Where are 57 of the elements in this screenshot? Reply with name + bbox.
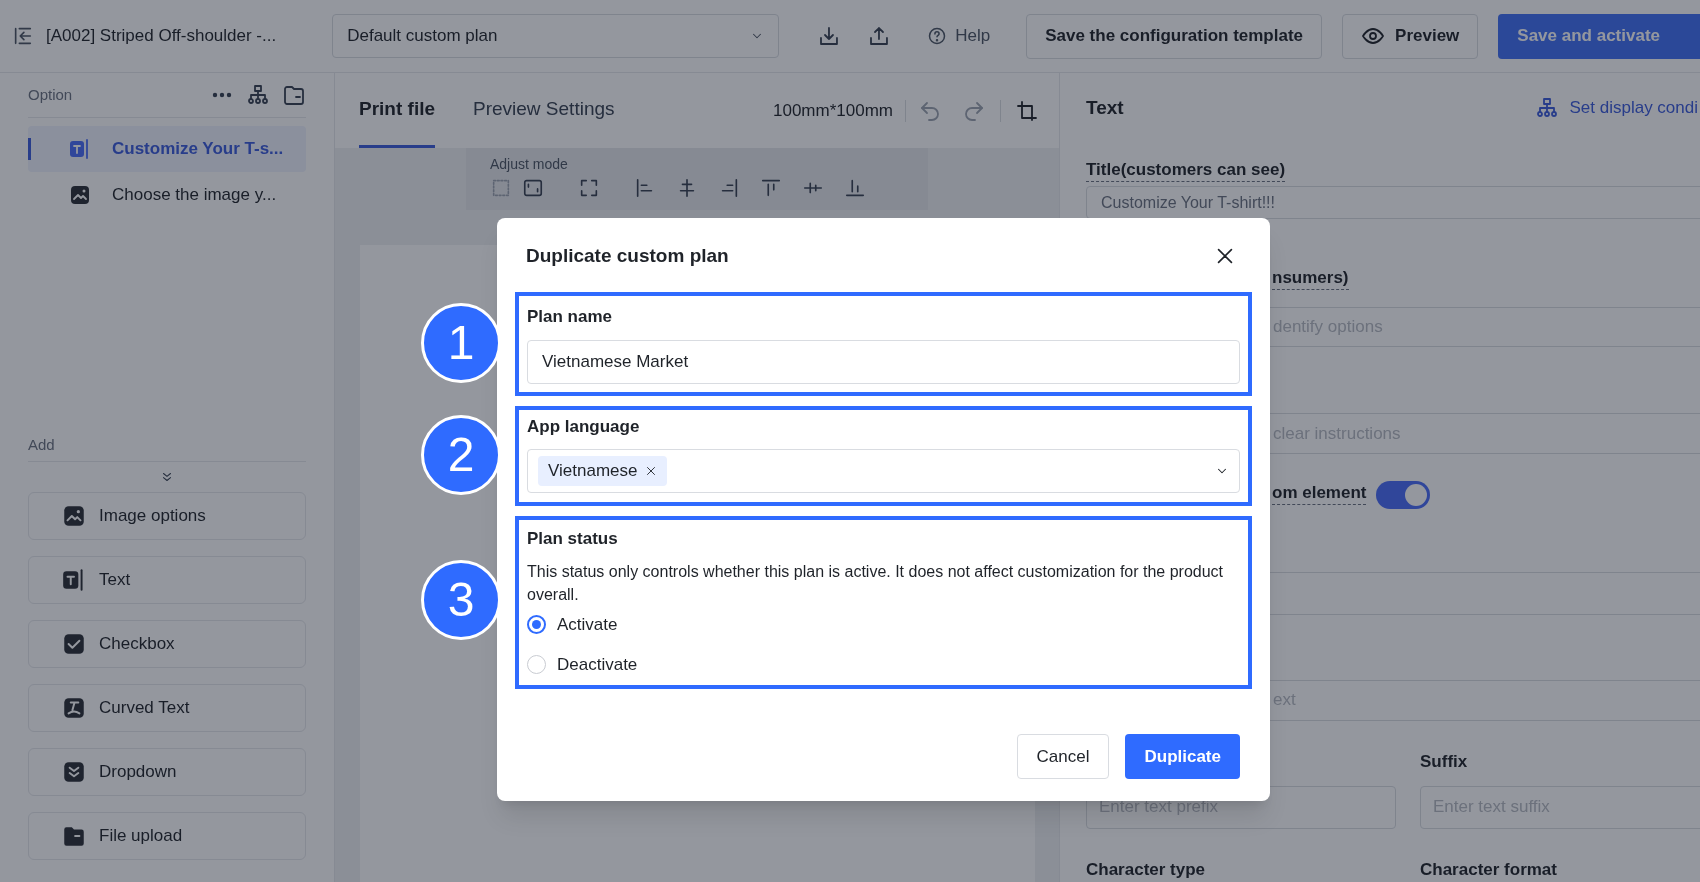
save-activate-button[interactable]: Save and activate bbox=[1498, 13, 1700, 59]
hierarchy-icon[interactable] bbox=[246, 83, 270, 107]
double-chevron-down-icon[interactable] bbox=[160, 470, 174, 484]
preview-button[interactable]: Preview bbox=[1342, 13, 1479, 59]
dialog-title: Duplicate custom plan bbox=[526, 243, 729, 268]
plan-name-input[interactable]: Vietnamese Market bbox=[527, 339, 1240, 384]
align-top-icon[interactable] bbox=[760, 177, 782, 199]
cancel-button[interactable]: Cancel bbox=[1016, 734, 1110, 779]
plan-select[interactable]: Default custom plan bbox=[332, 14, 780, 58]
field-label: om element bbox=[1272, 481, 1367, 505]
checkbox-icon bbox=[61, 631, 87, 657]
add-element-item[interactable]: Text bbox=[28, 556, 306, 604]
field-label: Plan status bbox=[527, 528, 619, 550]
add-element-item[interactable]: Curved Text bbox=[28, 684, 306, 732]
language-tag[interactable]: Vietnamese bbox=[538, 455, 668, 486]
field-label: Plan name bbox=[527, 306, 614, 328]
add-element-item[interactable]: File upload bbox=[28, 812, 306, 860]
field-label: nsumers) bbox=[1272, 267, 1349, 291]
field-label: App language bbox=[527, 416, 641, 438]
display-condition-link[interactable]: Set display condi bbox=[1535, 95, 1698, 121]
add-element-item[interactable]: Dropdown bbox=[28, 748, 306, 796]
field-label: Character format bbox=[1420, 858, 1558, 881]
add-element-item[interactable]: Image options bbox=[28, 492, 306, 540]
close-icon bbox=[645, 464, 658, 477]
fullscreen-icon[interactable] bbox=[578, 177, 600, 199]
option-item[interactable]: Customize Your T-s... bbox=[28, 126, 306, 172]
save-template-button[interactable]: Save the configuration template bbox=[1026, 13, 1323, 59]
field-label: Character type bbox=[1086, 858, 1207, 881]
dropdown-icon bbox=[61, 759, 87, 785]
option-item[interactable]: Choose the image y... bbox=[28, 172, 306, 218]
panel-title: Text bbox=[1086, 95, 1124, 120]
folder-icon[interactable] bbox=[282, 83, 306, 107]
help-button[interactable]: Help bbox=[927, 23, 991, 49]
align-bottom-icon[interactable] bbox=[844, 177, 866, 199]
frame-icon[interactable] bbox=[522, 177, 544, 199]
toggle-switch[interactable] bbox=[1376, 480, 1431, 509]
back-icon[interactable] bbox=[12, 25, 34, 47]
image-icon bbox=[61, 503, 87, 529]
image-icon bbox=[68, 183, 92, 207]
product-title: [A002] Striped Off-shoulder -... bbox=[45, 25, 277, 48]
radio-option[interactable]: Deactivate bbox=[527, 649, 1240, 680]
status-description: This status only controls whether this plan is active. It does not affect customization for the product overall. bbox=[527, 561, 1225, 605]
language-select[interactable]: Vietnamese bbox=[527, 448, 1240, 493]
duplicate-button[interactable]: Duplicate bbox=[1125, 734, 1240, 779]
canvas-size: 100mm*100mm bbox=[773, 99, 893, 122]
hierarchy-icon bbox=[1535, 96, 1560, 120]
crop-icon[interactable] bbox=[1015, 98, 1039, 123]
radio-option[interactable]: Activate bbox=[527, 609, 1240, 640]
curved-text-icon bbox=[61, 695, 87, 721]
toolbar-label: Adjust mode bbox=[490, 155, 569, 174]
field-label: Title(customers can see) bbox=[1086, 158, 1286, 182]
help-icon bbox=[927, 26, 948, 46]
section-label: Option bbox=[28, 84, 73, 105]
section-label: Add bbox=[28, 435, 55, 456]
field-label: Suffix bbox=[1420, 750, 1469, 773]
add-element-item[interactable]: Checkbox bbox=[28, 620, 306, 668]
editor-tab[interactable]: Preview Settings bbox=[473, 73, 615, 148]
